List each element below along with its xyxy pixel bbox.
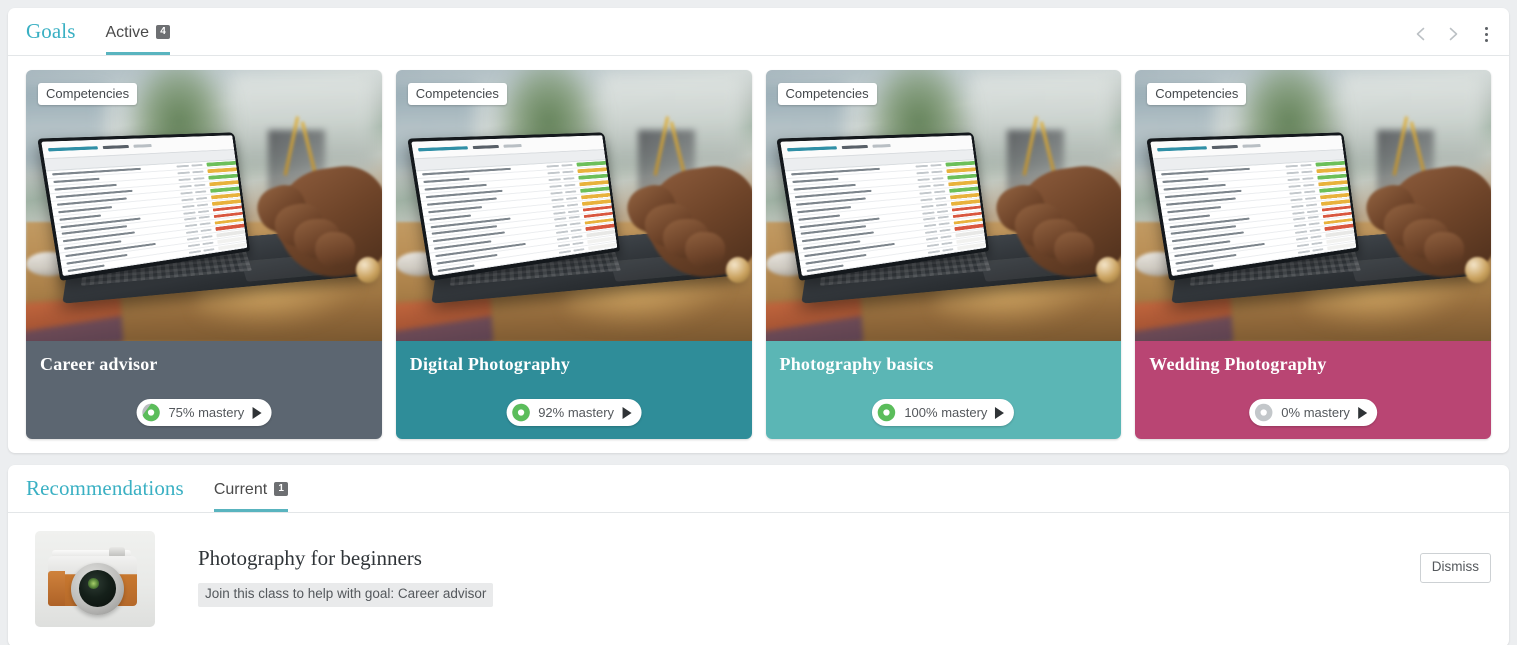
mastery-pill[interactable]: 92% mastery bbox=[506, 399, 642, 426]
recommendation-subtitle: Join this class to help with goal: Caree… bbox=[198, 583, 494, 607]
tab-active-badge: 4 bbox=[156, 25, 171, 39]
mastery-pill[interactable]: 0% mastery bbox=[1249, 399, 1377, 426]
goal-card-footer: Wedding Photography 0% mastery bbox=[1135, 341, 1491, 439]
goal-card-photo: Competencies bbox=[26, 70, 382, 341]
camera-grip bbox=[48, 571, 65, 606]
recommendation-thumbnail bbox=[35, 531, 155, 627]
page-root: Goals Active 4 Competencies Career advis… bbox=[0, 0, 1517, 645]
photo-hand bbox=[986, 140, 1122, 292]
goal-card[interactable]: Competencies Digital Photography 92% mas… bbox=[395, 70, 752, 439]
recommendation-title: Photography for beginners bbox=[198, 546, 422, 570]
recommendation-row[interactable]: Photography for beginners Join this clas… bbox=[8, 513, 1509, 645]
photo-hand bbox=[616, 140, 752, 292]
laptop-display bbox=[41, 135, 247, 277]
photo-book bbox=[26, 296, 124, 341]
goal-card-title: Photography basics bbox=[779, 354, 934, 374]
card-category-badge: Competencies bbox=[407, 83, 507, 105]
photo-book bbox=[395, 296, 494, 341]
chevron-right-icon[interactable] bbox=[1445, 26, 1461, 42]
photo-hand bbox=[247, 140, 382, 292]
kebab-menu-icon[interactable] bbox=[1477, 25, 1495, 43]
tab-active[interactable]: Active 4 bbox=[105, 24, 171, 55]
camera-lens-reflection bbox=[87, 578, 99, 589]
goal-card-title: Digital Photography bbox=[409, 354, 571, 374]
play-triangle-icon[interactable] bbox=[622, 406, 632, 419]
goal-card-footer: Digital Photography 92% mastery bbox=[395, 341, 752, 439]
photo-hand bbox=[1356, 140, 1491, 292]
tab-active-label: Active bbox=[105, 24, 150, 41]
mastery-label: 100% mastery bbox=[904, 405, 988, 420]
mastery-donut-icon bbox=[878, 403, 896, 422]
play-triangle-icon[interactable] bbox=[995, 406, 1005, 419]
card-category-badge: Competencies bbox=[1147, 83, 1247, 105]
photo-book bbox=[1135, 296, 1233, 341]
mastery-pill[interactable]: 75% mastery bbox=[136, 399, 272, 426]
goal-card-footer: Photography basics 100% mastery bbox=[765, 341, 1122, 439]
mastery-label: 0% mastery bbox=[1281, 405, 1350, 420]
mastery-donut-icon bbox=[1255, 403, 1273, 422]
recommendations-tabbar: Recommendations Current 1 bbox=[8, 465, 1509, 513]
dismiss-button[interactable]: Dismiss bbox=[1419, 553, 1491, 583]
recommendation-text: Photography for beginners Join this clas… bbox=[155, 531, 494, 607]
laptop-display bbox=[780, 135, 987, 277]
card-category-badge: Competencies bbox=[38, 83, 138, 105]
page-title: Goals bbox=[26, 19, 76, 43]
mastery-label: 75% mastery bbox=[168, 405, 245, 420]
goal-card-photo: Competencies bbox=[1135, 70, 1491, 341]
tab-current-badge: 1 bbox=[274, 482, 289, 496]
goal-card-footer: Career advisor 75% mastery bbox=[26, 341, 382, 439]
goal-card-photo: Competencies bbox=[765, 70, 1122, 341]
mastery-label: 92% mastery bbox=[538, 405, 615, 420]
card-category-badge: Competencies bbox=[777, 83, 877, 105]
camera-lens-glass bbox=[78, 570, 116, 607]
laptop-display bbox=[1150, 135, 1357, 277]
goals-nav-controls bbox=[1413, 25, 1495, 43]
goal-card-photo: Competencies bbox=[395, 70, 752, 341]
tab-current[interactable]: Current 1 bbox=[213, 481, 289, 512]
goals-tabbar: Goals Active 4 bbox=[8, 8, 1509, 56]
goal-cards-list: Competencies Career advisor 75% mastery bbox=[8, 56, 1509, 453]
mastery-donut-icon bbox=[142, 403, 160, 422]
goal-card-title: Wedding Photography bbox=[1149, 354, 1327, 374]
play-triangle-icon[interactable] bbox=[1357, 406, 1367, 419]
tab-current-label: Current bbox=[213, 481, 268, 498]
goal-card[interactable]: Competencies Photography basics 100% mas… bbox=[765, 70, 1122, 439]
goal-card[interactable]: Competencies Wedding Photography 0% mast… bbox=[1135, 70, 1491, 439]
goal-card-title: Career advisor bbox=[40, 354, 158, 374]
play-triangle-icon[interactable] bbox=[252, 406, 262, 419]
chevron-left-icon[interactable] bbox=[1413, 26, 1429, 42]
mastery-pill[interactable]: 100% mastery bbox=[872, 399, 1015, 426]
goals-panel: Goals Active 4 Competencies Career advis… bbox=[8, 8, 1509, 453]
goal-card[interactable]: Competencies Career advisor 75% mastery bbox=[26, 70, 382, 439]
recommendations-title: Recommendations bbox=[26, 476, 184, 500]
photo-book bbox=[765, 296, 864, 341]
recommendations-panel: Recommendations Current 1 Photography fo… bbox=[8, 465, 1509, 645]
laptop-display bbox=[410, 135, 617, 277]
mastery-donut-icon bbox=[511, 403, 530, 422]
